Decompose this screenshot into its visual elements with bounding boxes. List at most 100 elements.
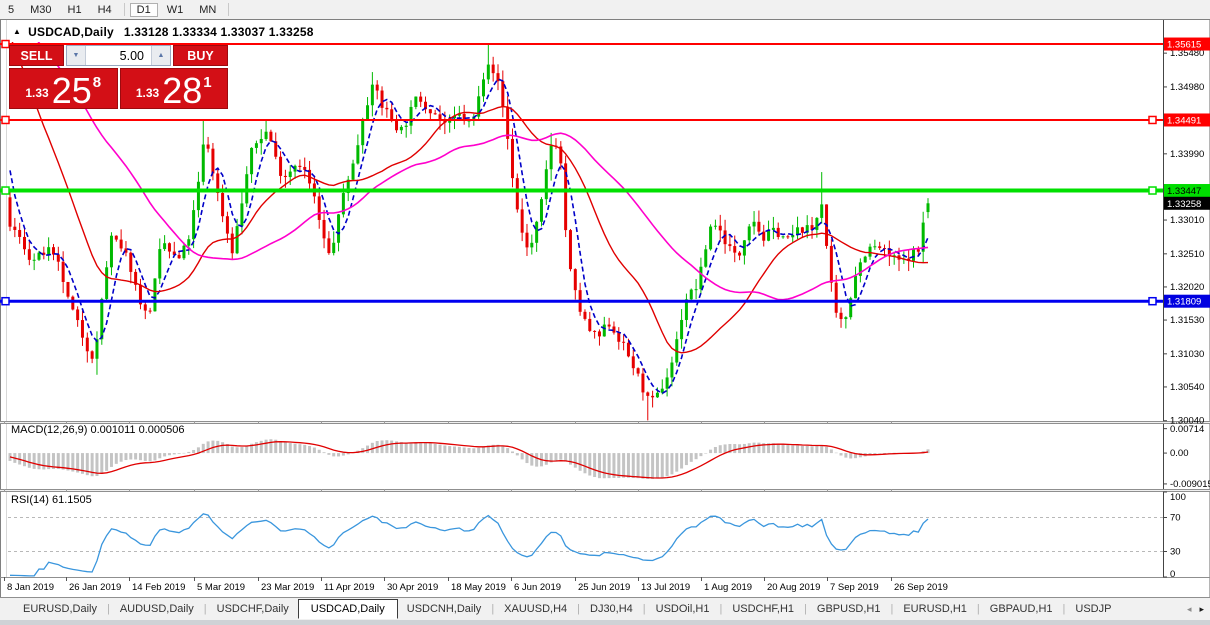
- rsi-tick: 100: [1170, 492, 1186, 503]
- chart-symbol-label: USDCAD,Daily: [28, 25, 114, 39]
- date-label: 30 Apr 2019: [387, 582, 438, 593]
- date-label: 25 Jun 2019: [578, 582, 630, 593]
- macd-panel: 0.00714 0.00 -0.009015: [9, 424, 1210, 490]
- chart-tab-usdchf-h1[interactable]: USDCHF,H1: [723, 601, 803, 617]
- date-label: 1 Aug 2019: [704, 582, 752, 593]
- price-tick: 1.31530: [1170, 315, 1204, 326]
- date-label: 6 Jun 2019: [514, 582, 561, 593]
- chart-tab-audusd-daily[interactable]: AUDUSD,Daily: [111, 601, 203, 617]
- buy-price-button[interactable]: 1.33 28 1: [120, 68, 229, 109]
- line-handle[interactable]: [2, 116, 9, 123]
- timeframe-toolbar: 5M30H1H4 D1W1MN: [0, 0, 1210, 19]
- sell-price-prefix: 1.33: [25, 86, 48, 100]
- price-tick: 1.30540: [1170, 382, 1204, 393]
- timeframe-button-m30[interactable]: M30: [23, 3, 58, 17]
- date-label: 14 Feb 2019: [132, 582, 185, 593]
- price-tick: 1.33010: [1170, 215, 1204, 226]
- date-label: 23 Mar 2019: [261, 582, 314, 593]
- mt4-terminal: 5M30H1H4D1W1MN 1.354801.349801.339901.33…: [0, 0, 1210, 625]
- sell-price-pip: 8: [93, 74, 101, 91]
- price-tick: 1.34980: [1170, 82, 1204, 93]
- rsi-tick: 30: [1170, 547, 1181, 558]
- macd-tick: -0.009015: [1170, 479, 1210, 490]
- volume-increase-button[interactable]: ▲: [151, 46, 170, 65]
- timeframe-button-5[interactable]: 5: [1, 3, 21, 17]
- chart-header: ▲ USDCAD,Daily 1.33128 1.33334 1.33037 1.3…: [13, 25, 314, 39]
- date-label: 7 Sep 2019: [830, 582, 879, 593]
- toolbar-divider: [228, 3, 229, 16]
- panel-separators[interactable]: [0, 421, 1210, 578]
- price-tick: 1.32020: [1170, 282, 1204, 293]
- sell-price-button[interactable]: 1.33 25 8: [9, 68, 118, 109]
- chart-tabbar: EURUSD,Daily|AUDUSD,Daily|USDCHF,DailyUS…: [0, 597, 1210, 620]
- date-label: 5 Mar 2019: [197, 582, 245, 593]
- macd-indicator-label: MACD(12,26,9) 0.001011 0.000506: [11, 424, 184, 436]
- chart-tab-dj30-h4[interactable]: DJ30,H4: [581, 601, 642, 617]
- price-badge: 1.35615: [1167, 40, 1201, 51]
- rsi-tick: 0: [1170, 569, 1175, 580]
- price-axis[interactable]: 1.354801.349801.339901.330101.325101.320…: [1163, 38, 1210, 427]
- buy-price-prefix: 1.33: [136, 86, 159, 100]
- line-handle[interactable]: [1149, 116, 1156, 123]
- date-label: 8 Jan 2019: [7, 582, 54, 593]
- line-handle[interactable]: [2, 187, 9, 194]
- timeframe-button-w1[interactable]: W1: [160, 3, 191, 17]
- timeframe-button-mn[interactable]: MN: [192, 3, 223, 17]
- price-badge: 1.33258: [1167, 199, 1201, 210]
- line-handle[interactable]: [2, 41, 9, 48]
- macd-tick: 0.00714: [1170, 424, 1204, 435]
- chart-tab-usdcad-daily[interactable]: USDCAD,Daily: [298, 599, 398, 619]
- chart-tab-gbpaud-h1[interactable]: GBPAUD,H1: [981, 601, 1062, 617]
- chart-tab-usdcnh-daily[interactable]: USDCNH,Daily: [398, 601, 491, 617]
- toolbar-divider: [124, 3, 125, 16]
- collapse-panel-icon[interactable]: ▲: [13, 27, 21, 36]
- volume-spinner: ▼ 5.00 ▲: [66, 45, 171, 66]
- line-handle[interactable]: [1149, 187, 1156, 194]
- tab-scroll-right-icon[interactable]: ▸: [1199, 604, 1204, 615]
- timeframe-button-d1[interactable]: D1: [130, 3, 158, 17]
- buy-price-pip: 1: [203, 74, 211, 91]
- date-label: 13 Jul 2019: [641, 582, 690, 593]
- date-label: 11 Apr 2019: [324, 582, 375, 593]
- date-label: 26 Jan 2019: [69, 582, 121, 593]
- line-handle[interactable]: [2, 298, 9, 305]
- price-tick: 1.33990: [1170, 149, 1204, 160]
- date-label: 20 Aug 2019: [767, 582, 820, 593]
- price-tick: 1.32510: [1170, 249, 1204, 260]
- price-badge: 1.34491: [1167, 115, 1201, 126]
- timeframe-button-h1[interactable]: H1: [61, 3, 89, 17]
- price-badge: 1.31809: [1167, 297, 1201, 308]
- chart-ohlc-values: 1.33128 1.33334 1.33037 1.33258: [124, 25, 314, 39]
- chart-tab-usdjp[interactable]: USDJP: [1066, 601, 1120, 617]
- date-label: 26 Sep 2019: [894, 582, 948, 593]
- price-badge: 1.33447: [1167, 186, 1201, 197]
- tab-scroll-controls: ◂▸: [1187, 604, 1210, 615]
- date-label: 18 May 2019: [451, 582, 506, 593]
- rsi-panel: 10070300: [8, 492, 1186, 580]
- chart-tab-usdchf-daily[interactable]: USDCHF,Daily: [208, 601, 298, 617]
- rsi-line: [10, 514, 928, 576]
- rsi-indicator-label: RSI(14) 61.1505: [11, 494, 92, 506]
- price-tick: 1.31030: [1170, 349, 1204, 360]
- line-handle[interactable]: [1149, 298, 1156, 305]
- chart-tab-gbpusd-h1[interactable]: GBPUSD,H1: [808, 601, 890, 617]
- volume-decrease-button[interactable]: ▼: [67, 46, 86, 65]
- chart-tab-xauusd-h4[interactable]: XAUUSD,H4: [495, 601, 576, 617]
- macd-signal-line: [10, 442, 928, 478]
- chart-tab-usdoil-h1[interactable]: USDOil,H1: [647, 601, 719, 617]
- sell-price-big: 25: [52, 74, 92, 107]
- buy-price-big: 28: [162, 74, 202, 107]
- chart-tab-eurusd-h1[interactable]: EURUSD,H1: [894, 601, 976, 617]
- chevron-down-icon: ▼: [73, 52, 80, 59]
- one-click-trading-panel: SELL ▼ 5.00 ▲ BUY 1.33 25 8 1.33 28 1: [9, 45, 228, 109]
- macd-tick: 0.00: [1170, 448, 1189, 459]
- buy-button[interactable]: BUY: [173, 45, 228, 66]
- volume-input[interactable]: 5.00: [86, 46, 151, 65]
- chevron-up-icon: ▲: [158, 52, 165, 59]
- tab-scroll-left-icon[interactable]: ◂: [1187, 604, 1192, 615]
- sell-button[interactable]: SELL: [9, 45, 64, 66]
- timeframe-button-h4[interactable]: H4: [91, 3, 119, 17]
- chart-window: 1.354801.349801.339901.330101.325101.320…: [0, 19, 1210, 597]
- bottom-strip: [0, 620, 1210, 625]
- chart-tab-eurusd-daily[interactable]: EURUSD,Daily: [14, 601, 106, 617]
